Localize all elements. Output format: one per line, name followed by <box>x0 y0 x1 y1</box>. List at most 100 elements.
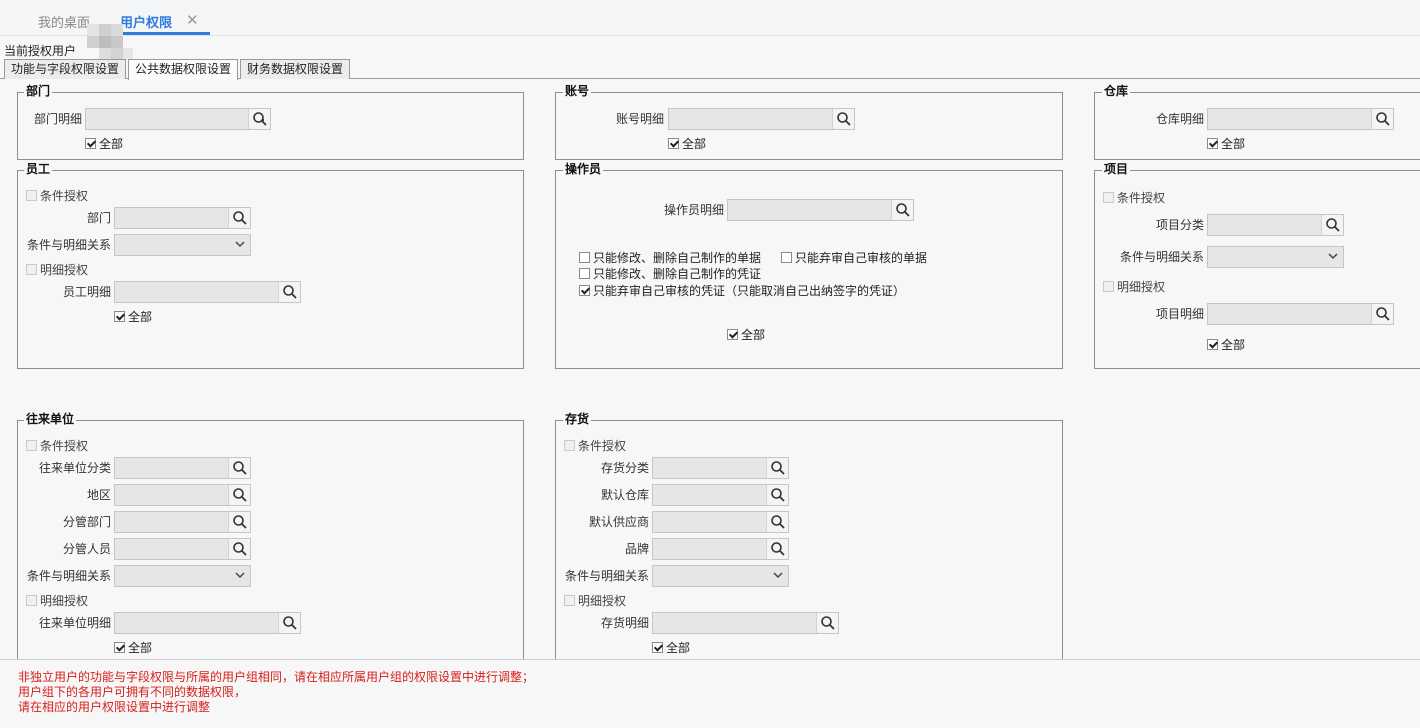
warehouse-detail-field[interactable] <box>1207 108 1394 130</box>
partner-relation-select[interactable] <box>114 565 251 587</box>
project-group-title: 项目 <box>1102 162 1131 176</box>
partner-detail-checkbox[interactable]: 明细授权 <box>26 594 88 608</box>
inventory-warehouse-field[interactable] <box>652 484 789 506</box>
employee-detail-label: 员工明细 <box>62 285 111 299</box>
account-detail-field[interactable] <box>668 108 855 130</box>
inventory-cond-checkbox[interactable]: 条件授权 <box>564 439 626 453</box>
partner-relation-label: 条件与明细关系 <box>26 569 111 583</box>
note-line-3: 请在相应的用户权限设置中进行调整 <box>18 700 211 714</box>
project-detail-field[interactable] <box>1207 303 1394 325</box>
partner-detail-field[interactable] <box>114 612 301 634</box>
search-lookup-icon[interactable] <box>891 200 913 220</box>
search-lookup-icon[interactable] <box>228 512 250 532</box>
partner-cond-checkbox[interactable]: 条件授权 <box>26 439 88 453</box>
account-all-checkbox[interactable]: 全部 <box>668 137 706 151</box>
search-lookup-icon[interactable] <box>278 613 300 633</box>
project-detail-label: 项目明细 <box>1155 307 1204 321</box>
close-tab-icon[interactable]: ✕ <box>186 11 199 29</box>
warehouse-detail-label: 仓库明细 <box>1155 112 1204 126</box>
partner-group-title: 往来单位 <box>24 412 77 426</box>
project-relation-select[interactable] <box>1207 246 1344 268</box>
search-lookup-icon[interactable] <box>1371 109 1393 129</box>
inventory-relation-label: 条件与明细关系 <box>564 569 649 583</box>
chevron-down-icon[interactable] <box>1323 247 1343 267</box>
inventory-relation-select[interactable] <box>652 565 789 587</box>
partner-staff-field[interactable] <box>114 538 251 560</box>
operator-group-title: 操作员 <box>563 162 604 176</box>
partner-category-field[interactable] <box>114 457 251 479</box>
operator-opt-edit-own-vouchers[interactable]: 只能修改、删除自己制作的凭证 <box>579 267 761 281</box>
search-lookup-icon[interactable] <box>832 109 854 129</box>
partner-dept-label: 分管部门 <box>62 515 111 529</box>
project-all-checkbox[interactable]: 全部 <box>1207 338 1245 352</box>
search-lookup-icon[interactable] <box>248 109 270 129</box>
project-cond-checkbox[interactable]: 条件授权 <box>1103 191 1165 205</box>
inventory-all-checkbox[interactable]: 全部 <box>652 641 690 655</box>
employee-dept-label: 部门 <box>86 211 111 225</box>
dept-all-checkbox[interactable]: 全部 <box>85 137 123 151</box>
dept-detail-label: 部门明细 <box>33 112 82 126</box>
inventory-detail-field[interactable] <box>652 612 839 634</box>
inventory-group-title: 存货 <box>563 412 592 426</box>
inventory-warehouse-label: 默认仓库 <box>600 488 649 502</box>
redacted-user-mosaic <box>87 24 133 60</box>
tab-my-desktop[interactable]: 我的桌面 <box>38 12 90 31</box>
inventory-detail-label: 存货明细 <box>600 616 649 630</box>
chevron-down-icon[interactable] <box>768 566 788 586</box>
employee-dept-field[interactable] <box>114 207 251 229</box>
inventory-supplier-field[interactable] <box>652 511 789 533</box>
subtab-function-field[interactable]: 功能与字段权限设置 <box>4 59 127 79</box>
project-category-field[interactable] <box>1207 214 1344 236</box>
employee-group <box>17 170 524 369</box>
partner-all-checkbox[interactable]: 全部 <box>114 641 152 655</box>
operator-detail-field[interactable] <box>727 199 914 221</box>
partner-dept-field[interactable] <box>114 511 251 533</box>
operator-opt-unaudit-own-docs[interactable]: 只能弃审自己审核的单据 <box>781 251 927 265</box>
search-lookup-icon[interactable] <box>228 485 250 505</box>
inventory-brand-field[interactable] <box>652 538 789 560</box>
search-lookup-icon[interactable] <box>766 458 788 478</box>
employee-group-title: 员工 <box>24 162 53 176</box>
search-lookup-icon[interactable] <box>816 613 838 633</box>
search-lookup-icon[interactable] <box>278 282 300 302</box>
employee-all-checkbox[interactable]: 全部 <box>114 310 152 324</box>
employee-detail-field[interactable] <box>114 281 301 303</box>
partner-region-label: 地区 <box>86 488 111 502</box>
search-lookup-icon[interactable] <box>228 208 250 228</box>
search-lookup-icon[interactable] <box>766 512 788 532</box>
search-lookup-icon[interactable] <box>1321 215 1343 235</box>
search-lookup-icon[interactable] <box>1371 304 1393 324</box>
search-lookup-icon[interactable] <box>766 485 788 505</box>
search-lookup-icon[interactable] <box>766 539 788 559</box>
chevron-down-icon[interactable] <box>230 235 250 255</box>
subtab-finance-data[interactable]: 财务数据权限设置 <box>240 59 351 79</box>
employee-detail-checkbox[interactable]: 明细授权 <box>26 263 88 277</box>
warehouse-all-checkbox[interactable]: 全部 <box>1207 137 1245 151</box>
employee-cond-checkbox[interactable]: 条件授权 <box>26 189 88 203</box>
inventory-category-field[interactable] <box>652 457 789 479</box>
partner-staff-label: 分管人员 <box>62 542 111 556</box>
partner-detail-label: 往来单位明细 <box>38 616 111 630</box>
inventory-detail-checkbox[interactable]: 明细授权 <box>564 594 626 608</box>
partner-region-field[interactable] <box>114 484 251 506</box>
search-lookup-icon[interactable] <box>228 458 250 478</box>
subtab-public-data[interactable]: 公共数据权限设置 <box>128 59 239 80</box>
partner-category-label: 往来单位分类 <box>38 461 111 475</box>
inventory-supplier-label: 默认供应商 <box>588 515 649 529</box>
operator-opt-edit-own-docs[interactable]: 只能修改、删除自己制作的单据 <box>579 251 761 265</box>
account-group-title: 账号 <box>563 84 592 98</box>
current-user-label: 当前授权用户 <box>4 44 77 58</box>
employee-relation-select[interactable] <box>114 234 251 256</box>
dept-group-title: 部门 <box>24 84 53 98</box>
warehouse-group-title: 仓库 <box>1102 84 1131 98</box>
search-lookup-icon[interactable] <box>228 539 250 559</box>
chevron-down-icon[interactable] <box>230 566 250 586</box>
project-detail-checkbox[interactable]: 明细授权 <box>1103 280 1165 294</box>
inventory-category-label: 存货分类 <box>600 461 649 475</box>
top-tab-bar <box>0 0 1420 36</box>
operator-opt-unaudit-own-vouchers[interactable]: 只能弃审自己审核的凭证（只能取消自己出纳签字的凭证） <box>579 284 905 298</box>
operator-all-checkbox[interactable]: 全部 <box>727 328 765 342</box>
account-detail-label: 账号明细 <box>615 112 664 126</box>
project-relation-label: 条件与明细关系 <box>1119 250 1204 264</box>
dept-detail-field[interactable] <box>85 108 271 130</box>
